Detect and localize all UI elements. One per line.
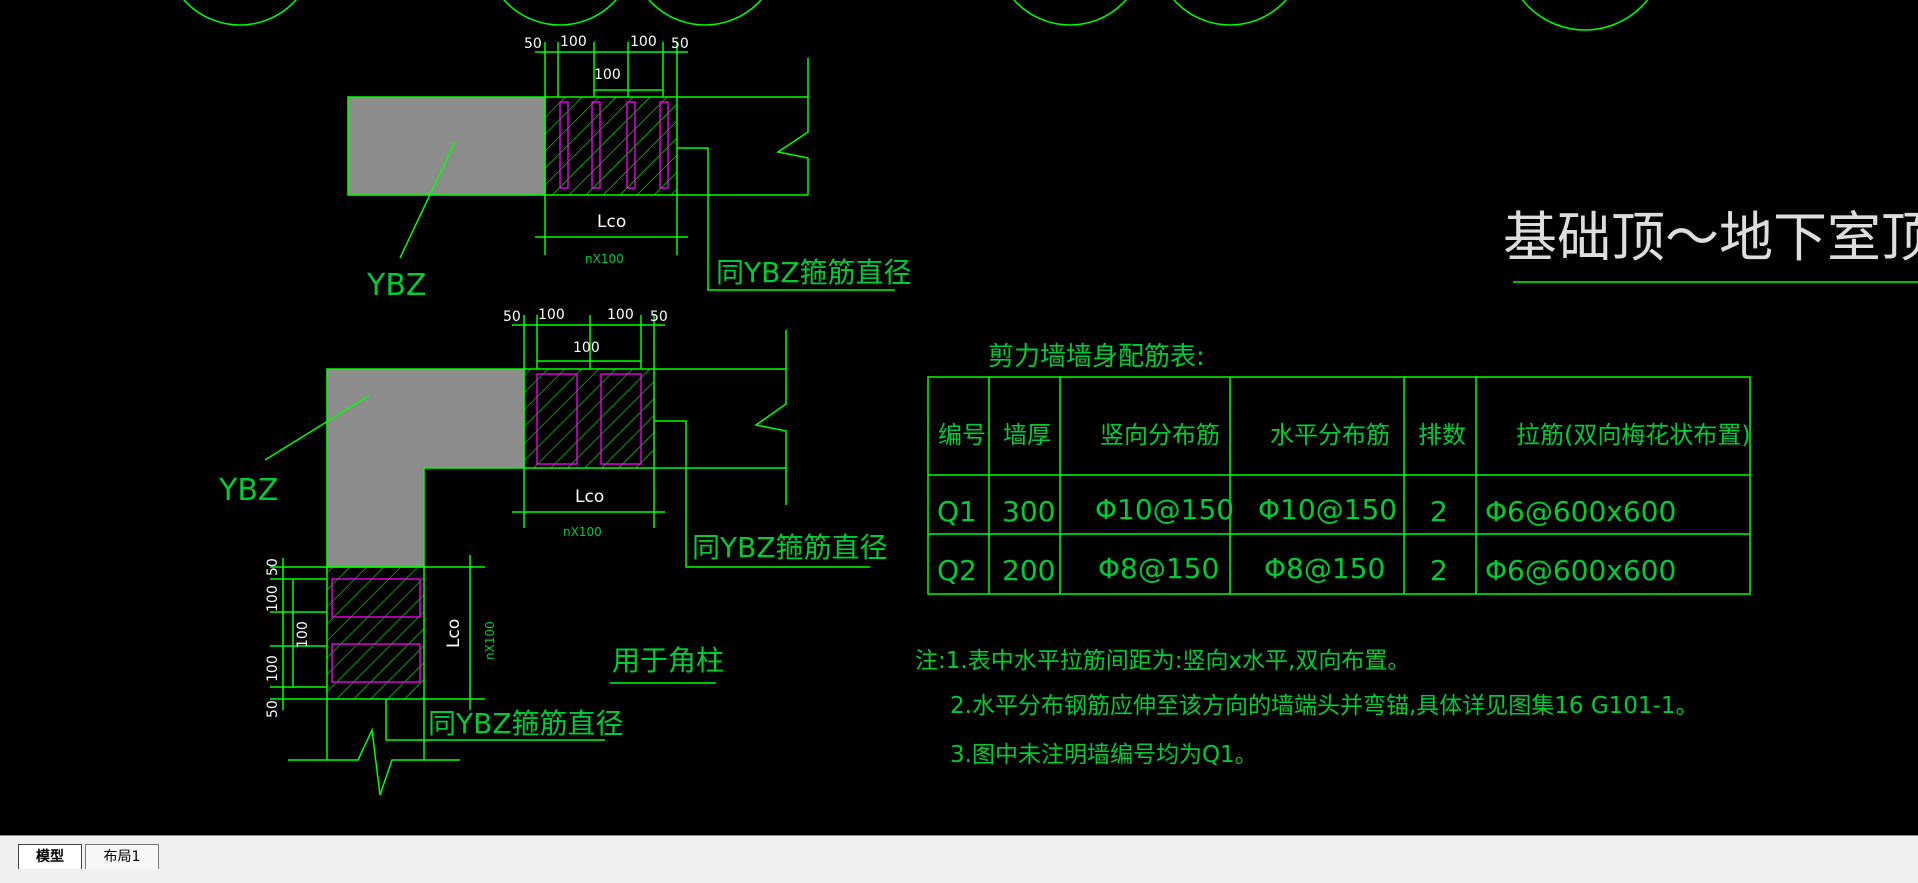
th-horizontal: 水平分布筋 [1270, 421, 1390, 449]
lco-label-2: Lco [575, 487, 604, 507]
vdim-100-b: 100 [295, 621, 311, 648]
note-2: 2.水平分布钢筋应伸至该方向的墙端头并弯锚,具体详见图集16 G101-1。 [950, 693, 1699, 719]
vnx-label: nX100 [483, 621, 497, 660]
grid-bubbles [183, 0, 1649, 31]
cell-q2-vertical: Φ8@150 [1098, 552, 1219, 585]
ybz-label-1: YBZ [366, 268, 426, 303]
cell-q2-horizontal: Φ8@150 [1264, 552, 1385, 585]
vdim-50-bottom: 50 [265, 700, 281, 718]
cell-q1-vertical: Φ10@150 [1095, 493, 1234, 526]
lco-label-1: Lco [597, 212, 626, 232]
dim2-100-center: 100 [573, 340, 600, 356]
hatched-zone-1 [544, 96, 678, 196]
cell-q2-rows: 2 [1430, 554, 1448, 587]
notes: 注:1.表中水平拉筋间距为:竖向x水平,双向布置。 2.水平分布钢筋应伸至该方向… [915, 648, 1699, 768]
tab-layout1[interactable]: 布局1 [85, 844, 159, 869]
dim-100-b: 100 [630, 34, 657, 50]
th-tie: 拉筋(双向梅花状布置) [1516, 421, 1751, 449]
stirrup-note-1: 同YBZ箍筋直径 [716, 256, 912, 289]
dim-50-left: 50 [524, 36, 542, 52]
hatched-zone-3 [326, 566, 425, 700]
dim-50-right: 50 [671, 36, 689, 52]
detail-1: 50 100 100 50 100 YBZ Lco nX100 同YBZ箍筋直径 [347, 34, 912, 303]
note-1: 注:1.表中水平拉筋间距为:竖向x水平,双向布置。 [915, 648, 1410, 674]
cell-q1-horizontal: Φ10@150 [1258, 493, 1397, 526]
rebar-table: 剪力墙墙身配筋表: 编号 墙厚 竖向分布筋 水平分布筋 排数 拉筋(双向梅花状布… [927, 342, 1751, 595]
cell-q2-thickness: 200 [1002, 554, 1055, 587]
corner-column-label: 用于角柱 [612, 644, 724, 677]
table-caption: 剪力墙墙身配筋表: [988, 342, 1205, 372]
vdim-50-top: 50 [265, 558, 281, 576]
model-space-canvas[interactable]: 50 100 100 50 100 YBZ Lco nX100 同YBZ箍筋直径 [0, 0, 1918, 835]
dim2-50-left: 50 [503, 309, 521, 325]
cell-q1-number: Q1 [937, 495, 977, 528]
vdim-100-c: 100 [265, 655, 281, 682]
dim2-100-a: 100 [538, 307, 565, 323]
dim-100-a: 100 [560, 34, 587, 50]
cad-drawing[interactable]: 50 100 100 50 100 YBZ Lco nX100 同YBZ箍筋直径 [0, 0, 1918, 835]
ybz-column-2 [326, 368, 525, 568]
th-thickness: 墙厚 [1003, 421, 1051, 449]
cell-q1-rows: 2 [1430, 495, 1448, 528]
nx-label-1: nX100 [585, 252, 624, 266]
dim2-100-b: 100 [607, 307, 634, 323]
cell-q2-number: Q2 [937, 554, 977, 587]
detail-2: 50 100 100 50 100 YBZ Lco nX100 同YBZ箍筋直径… [218, 307, 888, 796]
dim-100-center: 100 [594, 67, 621, 83]
th-vertical: 竖向分布筋 [1100, 421, 1220, 449]
layout-tab-bar: 模型 布局1 [0, 835, 1918, 883]
cell-q1-thickness: 300 [1002, 495, 1055, 528]
vdim-100-a: 100 [265, 585, 281, 612]
stirrup-note-3: 同YBZ箍筋直径 [428, 707, 624, 740]
nx-label-2: nX100 [563, 525, 602, 539]
note-3: 3.图中未注明墙编号均为Q1。 [950, 742, 1258, 768]
cell-q2-tie: Φ6@600x600 [1485, 554, 1676, 587]
dim2-50-right: 50 [650, 309, 668, 325]
hatched-zone-2 [523, 368, 655, 469]
ybz-label-2: YBZ [218, 473, 278, 508]
stirrup-note-2: 同YBZ箍筋直径 [692, 531, 888, 564]
ybz-column-1 [347, 96, 546, 196]
drawing-title: 基础顶～地下室顶板 [1503, 206, 1918, 269]
th-rows: 排数 [1418, 421, 1466, 449]
th-number: 编号 [938, 421, 986, 449]
cell-q1-tie: Φ6@600x600 [1485, 495, 1676, 528]
tab-model[interactable]: 模型 [18, 844, 82, 869]
vlco-label: Lco [444, 619, 464, 648]
